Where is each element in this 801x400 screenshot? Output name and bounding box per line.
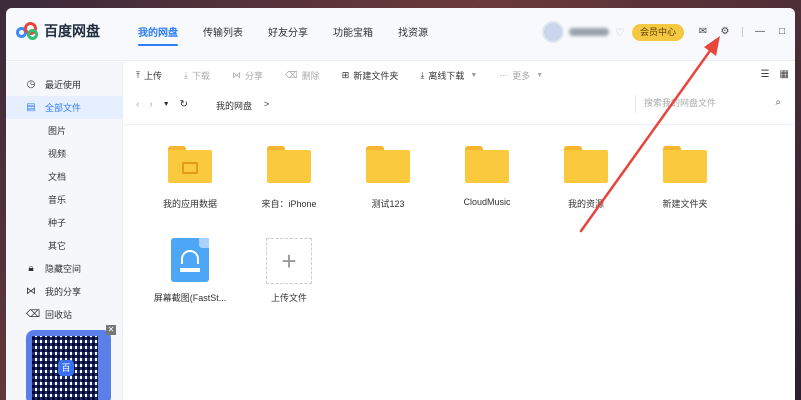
app-folder-icon: [168, 146, 212, 183]
main-nav: 我的网盘 传输列表 好友分享 功能宝箱 找资源: [138, 24, 453, 46]
folder-icon: [465, 146, 509, 183]
sort-icon[interactable]: ☰: [761, 69, 770, 80]
file-item[interactable]: 测试123: [343, 146, 433, 210]
qr-code: 百: [32, 336, 98, 400]
upload-file-tile[interactable]: + 上传文件: [244, 238, 334, 304]
view-controls: ☰ ▦: [751, 69, 789, 80]
history-dropdown-icon[interactable]: ▼: [163, 101, 170, 110]
ellipsis-icon: ···: [499, 70, 509, 80]
file-toolbar: ⤒ 上传 ⤓ 下载 ⋈ 分享 ⌫ 删除 ⊞ 新建文件夹 ⤓ 离线下载 ▼ ···…: [124, 63, 795, 87]
chevron-down-icon: ▼: [536, 71, 544, 79]
tab-friend-share[interactable]: 好友分享: [268, 24, 308, 46]
sidebar: ◷ 最近使用 ▤ 全部文件 图片 视频 文档 音乐 种子 其它 🔒︎ 隐藏空间 …: [6, 62, 123, 400]
mail-icon[interactable]: ✉: [698, 26, 708, 37]
share-icon: ⋈: [232, 69, 241, 80]
username-blurred: [569, 28, 609, 36]
divider: [742, 26, 743, 37]
app-logo[interactable]: 百度网盘: [16, 21, 100, 41]
upload-button[interactable]: ⤒ 上传: [136, 69, 162, 82]
history-nav: ‹ › ▼ ↻: [136, 99, 198, 110]
folder-icon: [267, 146, 311, 183]
tab-toolbox[interactable]: 功能宝箱: [333, 24, 373, 46]
trash-icon: ⌫: [285, 69, 298, 80]
folder-icon: [564, 146, 608, 183]
plus-icon: +: [266, 238, 312, 284]
share-button[interactable]: ⋈ 分享: [232, 69, 263, 82]
file-item[interactable]: 我的应用数据: [145, 146, 235, 210]
refresh-icon[interactable]: ↻: [180, 99, 188, 110]
folder-icon: [366, 146, 410, 183]
sidebar-item-torrents[interactable]: 种子: [6, 211, 122, 234]
search-input[interactable]: [644, 95, 764, 111]
image-file-icon: [171, 238, 209, 282]
trash-icon: ⌫: [26, 309, 41, 320]
sidebar-item-recent[interactable]: ◷ 最近使用: [6, 73, 122, 96]
tab-transfer-list[interactable]: 传输列表: [203, 24, 243, 46]
sidebar-item-recycle-bin[interactable]: ⌫ 回收站: [6, 303, 122, 326]
app-window: 百度网盘 我的网盘 传输列表 好友分享 功能宝箱 找资源 ♡ 会员中心 ✉ ⚙ …: [6, 8, 795, 400]
sidebar-item-videos[interactable]: 视频: [6, 142, 122, 165]
avatar[interactable]: [542, 21, 564, 43]
list-view-icon[interactable]: ▦: [780, 69, 789, 80]
folder-plus-icon: ⊞: [341, 69, 350, 80]
search-icon[interactable]: ⌕: [775, 97, 781, 108]
breadcrumb-separator[interactable]: >: [264, 99, 269, 109]
close-promo-icon[interactable]: ✕: [106, 325, 116, 335]
back-icon[interactable]: ‹: [136, 99, 139, 110]
clock-icon: ◷: [26, 79, 36, 90]
offline-download-button[interactable]: ⤓ 离线下载 ▼: [420, 69, 477, 82]
sidebar-item-all-files[interactable]: ▤ 全部文件: [6, 96, 122, 119]
maximize-icon[interactable]: □: [777, 26, 787, 37]
forward-icon[interactable]: ›: [149, 99, 152, 110]
new-folder-button[interactable]: ⊞ 新建文件夹: [342, 69, 399, 82]
gear-icon[interactable]: ⚙: [720, 26, 730, 37]
vip-center-button[interactable]: 会员中心: [632, 24, 685, 41]
sidebar-item-images[interactable]: 图片: [6, 119, 122, 142]
sidebar-item-documents[interactable]: 文档: [6, 165, 122, 188]
tab-my-drive[interactable]: 我的网盘: [138, 24, 178, 46]
file-item[interactable]: 来自：iPhone: [244, 146, 334, 210]
upload-icon: ⤒: [136, 69, 140, 80]
share-icon: ⋈: [26, 286, 36, 297]
user-profile[interactable]: ♡: [542, 21, 625, 43]
sidebar-item-my-shares[interactable]: ⋈ 我的分享: [6, 280, 122, 303]
window-controls: ✉ ⚙ — □ ✕: [698, 26, 795, 37]
search-box: ⌕: [635, 95, 785, 113]
file-item[interactable]: 屏幕截图(FastSt...: [145, 238, 235, 304]
lock-icon: 🔒︎: [28, 263, 34, 274]
file-item[interactable]: CloudMusic: [442, 146, 532, 207]
download-icon: ⤓: [420, 69, 425, 80]
file-item[interactable]: 我的资源: [541, 146, 631, 210]
tab-find-resources[interactable]: 找资源: [398, 24, 428, 46]
app-name: 百度网盘: [44, 23, 100, 39]
heart-icon: ♡: [615, 26, 625, 39]
folder-icon: [663, 146, 707, 183]
sidebar-item-hidden-space[interactable]: 🔒︎ 隐藏空间: [6, 257, 122, 280]
divider: [124, 124, 795, 125]
file-icon: ▤: [26, 102, 36, 113]
chevron-down-icon: ▼: [470, 71, 478, 79]
file-item[interactable]: 新建文件夹: [640, 146, 730, 210]
download-icon: ⤓: [184, 69, 188, 80]
more-button[interactable]: ··· 更多 ▼: [499, 69, 543, 82]
delete-button[interactable]: ⌫ 删除: [285, 69, 320, 82]
sidebar-item-other[interactable]: 其它: [6, 234, 122, 257]
baidu-cloud-logo-icon: [16, 22, 38, 40]
address-bar: ‹ › ▼ ↻ 我的网盘 > ⌕: [124, 94, 795, 116]
sidebar-item-music[interactable]: 音乐: [6, 188, 122, 211]
promo-qr-banner[interactable]: 百 ✕: [26, 325, 116, 400]
minimize-icon[interactable]: —: [755, 26, 765, 37]
file-grid: 我的应用数据 来自：iPhone 测试123 CloudMusic 我的资源 新…: [124, 132, 795, 392]
download-button[interactable]: ⤓ 下载: [184, 69, 210, 82]
top-bar: 百度网盘 我的网盘 传输列表 好友分享 功能宝箱 找资源 ♡ 会员中心 ✉ ⚙ …: [6, 8, 795, 61]
app-badge-icon: 百: [58, 360, 74, 376]
breadcrumb[interactable]: 我的网盘: [216, 99, 252, 112]
